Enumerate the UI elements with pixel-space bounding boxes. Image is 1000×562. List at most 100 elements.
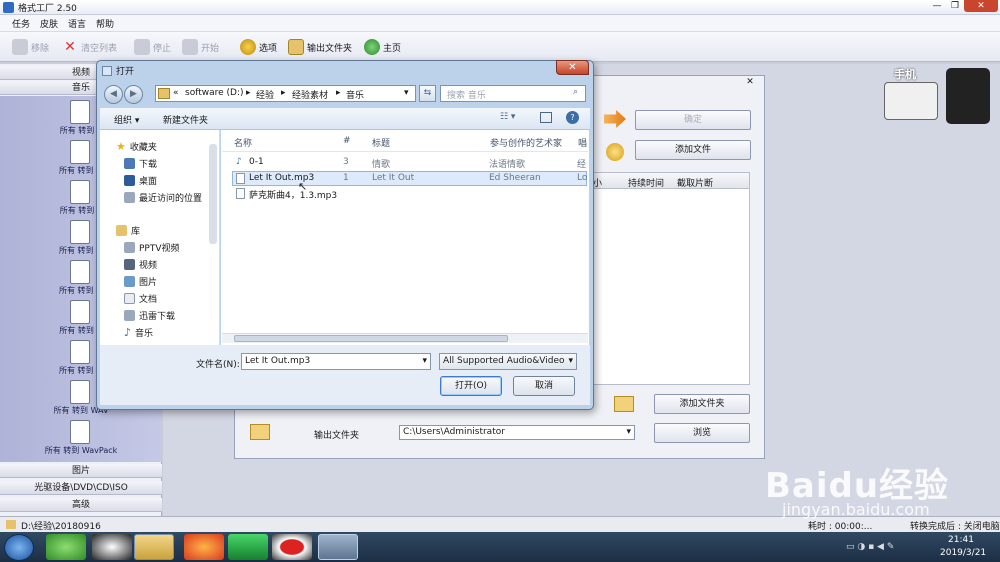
menu-help[interactable]: 帮助 (96, 17, 114, 30)
chevron-down-icon: ▾ (626, 427, 631, 437)
nav-documents[interactable]: 文档 (124, 290, 234, 306)
file-row-selected[interactable]: Let It Out.mp3 1 Let It Out Ed Sheeran L… (232, 171, 587, 186)
chevron-down-icon[interactable]: ▾ (404, 88, 409, 98)
app-title: 格式工厂 2.50 (18, 4, 77, 14)
options-button[interactable]: 选项 (240, 38, 277, 56)
video-icon (124, 258, 135, 270)
help-icon[interactable]: ? (566, 111, 579, 124)
home-button[interactable]: 主页 (364, 38, 401, 56)
nav-thunder[interactable]: 迅雷下载 (124, 307, 234, 323)
library-icon (116, 224, 127, 236)
mp3-file-icon (70, 340, 90, 364)
nav-pptv[interactable]: PPTV视频 (124, 239, 234, 255)
col-artist[interactable]: 参与创作的艺术家 (490, 136, 562, 149)
tray-icons[interactable]: ▭ ◑ ▪ ◀ ✎ (846, 542, 894, 552)
file-type-select[interactable]: All Supported Audio&Video ▾ (439, 353, 577, 370)
preview-pane-icon[interactable] (540, 112, 552, 123)
browse-button[interactable]: 浏览 (654, 423, 750, 443)
address-bar[interactable]: « software (D:) ▸ 经验 ▸ 经验素材 ▸ 音乐 ▾ (155, 85, 416, 102)
breadcrumb-material[interactable]: 经验素材 (292, 88, 328, 101)
nav-videos[interactable]: 视频 (124, 256, 234, 272)
category-advanced[interactable]: 高级 (0, 498, 162, 512)
filename-input[interactable]: Let It Out.mp3 ▾ (241, 353, 431, 370)
file-table[interactable] (590, 189, 750, 385)
add-file-button[interactable]: 添加文件 (635, 140, 751, 160)
nav-scrollbar[interactable] (209, 144, 217, 244)
browser-360-icon[interactable] (46, 534, 86, 560)
panel-close-icon[interactable]: ✕ (740, 76, 760, 88)
output-path-select[interactable]: C:\Users\Administrator ▾ (399, 425, 635, 440)
close-icon[interactable]: ✕ (964, 0, 998, 12)
format-item[interactable]: 所有 转到 WavPack (0, 418, 162, 458)
maximize-icon[interactable]: ❐ (946, 0, 964, 12)
horizontal-scrollbar[interactable] (222, 333, 588, 343)
back-button[interactable]: ◀ (104, 85, 123, 104)
download-icon (124, 157, 135, 169)
scrollbar-thumb[interactable] (234, 335, 508, 342)
col-duration[interactable]: 持续时间 (628, 176, 664, 189)
breadcrumb-overflow[interactable]: « (173, 88, 179, 98)
remove-button[interactable]: 移除 (12, 38, 49, 56)
forward-button[interactable]: ▶ (124, 85, 143, 104)
col-number[interactable]: # (343, 136, 351, 146)
category-optical[interactable]: 光驱设备\DVD\CD\ISO (0, 481, 162, 495)
menu-task[interactable]: 任务 (12, 17, 30, 30)
download-folder-icon (124, 309, 135, 321)
file-explorer-icon[interactable] (134, 534, 174, 560)
chevron-down-icon: ▾ (422, 356, 427, 366)
col-title[interactable]: 标题 (372, 136, 390, 149)
output-folder-button[interactable]: 输出文件夹 (288, 38, 352, 56)
cancel-button[interactable]: 取消 (513, 376, 575, 396)
start-button[interactable]: 开始 (182, 38, 219, 56)
category-picture[interactable]: 图片 (0, 464, 162, 478)
start-orb-icon[interactable] (4, 534, 34, 561)
stop-button[interactable]: 停止 (134, 38, 171, 56)
col-clip[interactable]: 截取片断 (677, 176, 713, 189)
clock-date[interactable]: 2019/3/21 (940, 548, 986, 558)
file-row[interactable]: ♪ 0-1 3 情歌 法语情歌 经 (232, 156, 587, 171)
nav-downloads[interactable]: 下载 (124, 155, 234, 171)
nav-pictures[interactable]: 图片 (124, 273, 234, 289)
search-input[interactable]: 搜索 音乐 ⌕ (440, 85, 586, 102)
chevron-right-icon: ▸ (336, 88, 341, 98)
firefox-icon[interactable] (184, 534, 224, 560)
gear-icon (240, 39, 256, 55)
col-name[interactable]: 名称 (234, 136, 252, 149)
open-button[interactable]: 打开(O) (440, 376, 502, 396)
view-menu-icon[interactable]: ☷ ▾ (500, 112, 515, 122)
qq-icon[interactable] (92, 534, 132, 560)
menu-bar: 任务 皮肤 语言 帮助 (0, 15, 1000, 32)
format-factory-task-icon[interactable] (318, 534, 358, 560)
mp2-file-icon (70, 140, 90, 164)
minimize-icon[interactable]: — (928, 0, 946, 12)
breadcrumb-music[interactable]: 音乐 (346, 88, 364, 101)
add-folder-button[interactable]: 添加文件夹 (654, 394, 750, 414)
media-player-icon[interactable] (228, 534, 268, 560)
desktop-icon (124, 174, 135, 186)
col-album[interactable]: 唱 (578, 136, 587, 149)
record-icon[interactable] (272, 534, 312, 560)
status-after-convert[interactable]: 转换完成后 : 关闭电脑 (910, 519, 1000, 532)
folder-icon (158, 88, 170, 99)
breadcrumb-jingyan[interactable]: 经验 (256, 88, 274, 101)
breadcrumb-drive[interactable]: software (D:) (185, 88, 244, 98)
ok-button[interactable]: 确定 (635, 110, 751, 130)
clear-list-button[interactable]: ✕ 清空列表 (62, 38, 117, 56)
nav-recent[interactable]: 最近访问的位置 (124, 189, 234, 205)
new-folder-button[interactable]: 新建文件夹 (163, 113, 208, 126)
nav-desktop[interactable]: 桌面 (124, 172, 234, 188)
output-folder-label: 输出文件夹 (314, 431, 360, 441)
file-row[interactable]: 萨克斯曲4，1.3.mp3 (232, 187, 587, 202)
clock-time[interactable]: 21:41 (948, 535, 974, 545)
menu-skin[interactable]: 皮肤 (40, 17, 58, 30)
organize-menu[interactable]: 组织 ▾ (114, 113, 139, 126)
phone-icon (946, 68, 990, 124)
dialog-close-button[interactable]: ✕ (556, 60, 589, 75)
refresh-icon[interactable]: ⇆ (419, 85, 436, 102)
navigation-pane: ★ 收藏夹 下载 桌面 最近访问的位置 库 PPTV视频 视频 图片 文档 迅雷下… (100, 130, 220, 345)
mouse-cursor-icon: ↖ (298, 180, 308, 193)
menu-language[interactable]: 语言 (68, 17, 86, 30)
col-size[interactable]: 小 (593, 176, 602, 189)
phone-promo[interactable]: 手机 (880, 66, 996, 126)
nav-music[interactable]: ♪ 音乐 (124, 324, 234, 340)
